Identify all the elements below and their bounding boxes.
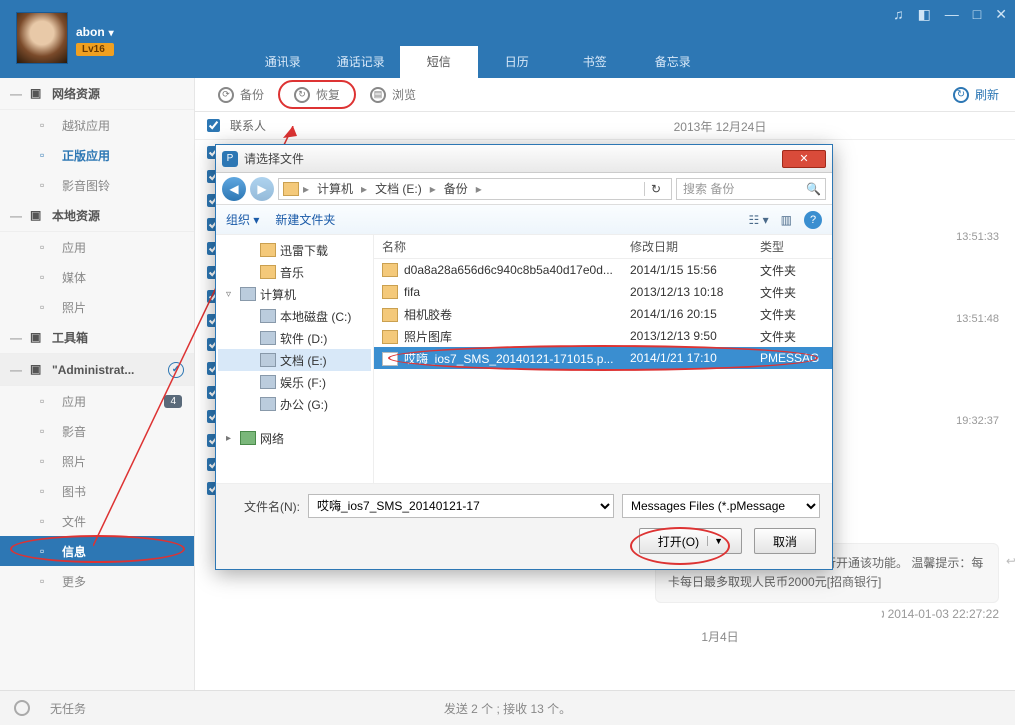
refresh-button[interactable]: ↻刷新 xyxy=(953,86,999,103)
file-type-filter[interactable]: Messages Files (*.pMessage xyxy=(622,494,820,518)
maximize-icon[interactable]: □ xyxy=(973,6,981,22)
sidebar-item[interactable]: ▫越狱应用 xyxy=(0,110,194,140)
new-folder-button[interactable]: 新建文件夹 xyxy=(275,211,335,228)
dialog-toolbar: 组织 ▾ 新建文件夹 ☷ ▾ ▥ ? xyxy=(216,205,832,235)
tab-4[interactable]: 书签 xyxy=(556,46,634,78)
sidebar-item[interactable]: ▫应用4 xyxy=(0,386,194,416)
file-list-header[interactable]: 名称 修改日期 类型 xyxy=(374,235,832,259)
select-all-checkbox[interactable] xyxy=(207,119,220,132)
help-icon[interactable]: ? xyxy=(804,211,822,229)
breadcrumb[interactable]: ▸计算机 ▸文档 (E:) ▸备份 ▸ ↻ xyxy=(278,178,672,200)
username[interactable]: abon▾ xyxy=(76,23,114,39)
nav-forward-button[interactable]: ▶ xyxy=(250,177,274,201)
tree-node[interactable]: ▿计算机 xyxy=(218,283,371,305)
file-row[interactable]: 相机胶卷2014/1/16 20:15文件夹 xyxy=(374,303,832,325)
folder-tree[interactable]: 迅雷下载音乐▿计算机本地磁盘 (C:)软件 (D:)文档 (E:)娱乐 (F:)… xyxy=(216,235,374,483)
folder-icon xyxy=(283,182,299,196)
tree-node[interactable]: 软件 (D:) xyxy=(218,327,371,349)
file-row[interactable]: fifa2013/12/13 10:18文件夹 xyxy=(374,281,832,303)
organize-button[interactable]: 组织 ▾ xyxy=(226,211,259,228)
tab-3[interactable]: 日历 xyxy=(478,46,556,78)
date-divider: 1月4日 xyxy=(425,622,1015,651)
msg-time: 🕽 2014-01-03 22:27:22 xyxy=(425,607,1015,622)
file-row[interactable]: 哎嗨_ios7_SMS_20140121-171015.p...2014/1/2… xyxy=(374,347,832,369)
sidebar-group[interactable]: —▣工具箱 xyxy=(0,322,194,354)
skin-icon[interactable]: ◧ xyxy=(918,6,931,23)
search-icon: 🔍 xyxy=(806,182,821,196)
sidebar-group[interactable]: —▣"Administrat...✓ xyxy=(0,354,194,386)
backup-button[interactable]: ⟳备份 xyxy=(208,82,274,107)
filename-label: 文件名(N): xyxy=(228,498,300,515)
sidebar-item[interactable]: ▫文件 xyxy=(0,506,194,536)
backup-icon: ⟳ xyxy=(218,87,234,103)
app-icon: P xyxy=(222,151,238,167)
tab-2[interactable]: 短信 xyxy=(400,46,478,78)
sidebar-item[interactable]: ▫照片 xyxy=(0,292,194,322)
view-mode-button[interactable]: ☷ ▾ xyxy=(749,213,769,227)
sidebar-item[interactable]: ▫影音图铃 xyxy=(0,170,194,200)
dialog-title: 请选择文件 xyxy=(244,150,304,167)
restore-button[interactable]: ↻恢复 xyxy=(280,82,354,107)
sidebar-item[interactable]: ▫正版应用 xyxy=(0,140,194,170)
sidebar-group[interactable]: —▣网络资源 xyxy=(0,78,194,110)
app-header: abon▾ Lv16 通讯录通话记录短信日历书签备忘录 ♫ ◧ — □ ✕ xyxy=(0,0,1015,78)
sidebar-item[interactable]: ▫信息 xyxy=(0,536,194,566)
filename-input[interactable]: 哎嗨_ios7_SMS_20140121-17 xyxy=(308,494,614,518)
tree-node[interactable]: 本地磁盘 (C:) xyxy=(218,305,371,327)
dialog-footer: 文件名(N): 哎嗨_ios7_SMS_20140121-17 Messages… xyxy=(216,483,832,569)
sidebar-item[interactable]: ▫图书 xyxy=(0,476,194,506)
file-list[interactable]: 名称 修改日期 类型 d0a8a28a656d6c940c8b5a40d17e0… xyxy=(374,235,832,483)
avatar[interactable] xyxy=(16,12,68,64)
tree-node[interactable]: 迅雷下载 xyxy=(218,239,371,261)
preview-pane-button[interactable]: ▥ xyxy=(781,213,792,227)
close-icon[interactable]: ✕ xyxy=(995,6,1007,23)
minimize-icon[interactable]: — xyxy=(945,6,959,22)
tab-0[interactable]: 通讯录 xyxy=(244,46,322,78)
dialog-nav: ◀ ▶ ▸计算机 ▸文档 (E:) ▸备份 ▸ ↻ 搜索 备份 🔍 xyxy=(216,173,832,205)
dialog-close-button[interactable]: ✕ xyxy=(782,150,826,168)
tab-1[interactable]: 通话记录 xyxy=(322,46,400,78)
caret-down-icon: ▾ xyxy=(109,28,114,39)
open-button[interactable]: 打开(O)▼ xyxy=(639,528,742,554)
sidebar-item[interactable]: ▫照片 xyxy=(0,446,194,476)
contacts-label: 联系人 xyxy=(230,117,266,134)
status-bar: 无任务 发送 2 个 ; 接收 13 个。 xyxy=(0,690,1015,725)
sidebar-item[interactable]: ▫媒体 xyxy=(0,262,194,292)
nav-back-button[interactable]: ◀ xyxy=(222,177,246,201)
sidebar-item[interactable]: ▫影音 xyxy=(0,416,194,446)
task-status: 无任务 xyxy=(50,700,86,717)
tree-node[interactable]: 办公 (G:) xyxy=(218,393,371,415)
file-row[interactable]: 照片图库2013/12/13 9:50文件夹 xyxy=(374,325,832,347)
date-divider: 2013年 12月24日 xyxy=(425,112,1015,141)
refresh-icon: ↻ xyxy=(953,87,969,103)
file-row[interactable]: d0a8a28a656d6c940c8b5a40d17e0d...2014/1/… xyxy=(374,259,832,281)
refresh-crumb-icon[interactable]: ↻ xyxy=(644,182,667,196)
settings-icon[interactable] xyxy=(14,700,30,716)
sidebar-item[interactable]: ▫应用 xyxy=(0,232,194,262)
sidebar: —▣网络资源▫越狱应用▫正版应用▫影音图铃—▣本地资源▫应用▫媒体▫照片—▣工具… xyxy=(0,78,195,690)
tree-node[interactable]: 娱乐 (F:) xyxy=(218,371,371,393)
cancel-button[interactable]: 取消 xyxy=(754,528,816,554)
main-tabs: 通讯录通话记录短信日历书签备忘录 xyxy=(244,46,712,78)
open-dropdown-icon[interactable]: ▼ xyxy=(707,536,723,546)
dialog-search-input[interactable]: 搜索 备份 🔍 xyxy=(676,178,826,200)
reply-icon[interactable]: ↩ xyxy=(1006,552,1015,571)
dialog-titlebar[interactable]: P 请选择文件 ✕ xyxy=(216,145,832,173)
music-icon[interactable]: ♫ xyxy=(893,6,904,22)
file-open-dialog: P 请选择文件 ✕ ◀ ▶ ▸计算机 ▸文档 (E:) ▸备份 ▸ ↻ 搜索 备… xyxy=(215,144,833,570)
browse-icon: ▤ xyxy=(370,87,386,103)
tab-5[interactable]: 备忘录 xyxy=(634,46,712,78)
sidebar-group[interactable]: —▣本地资源 xyxy=(0,200,194,232)
browse-button[interactable]: ▤浏览 xyxy=(360,82,426,107)
sidebar-item[interactable]: ▫更多 xyxy=(0,566,194,596)
tree-node[interactable]: ▸网络 xyxy=(218,427,371,449)
tree-node[interactable]: 音乐 xyxy=(218,261,371,283)
tree-node[interactable]: 文档 (E:) xyxy=(218,349,371,371)
window-controls: ♫ ◧ — □ ✕ xyxy=(893,0,1015,78)
level-badge: Lv16 xyxy=(76,43,114,56)
restore-icon: ↻ xyxy=(294,87,310,103)
transfer-status: 发送 2 个 ; 接收 13 个。 xyxy=(444,700,571,717)
